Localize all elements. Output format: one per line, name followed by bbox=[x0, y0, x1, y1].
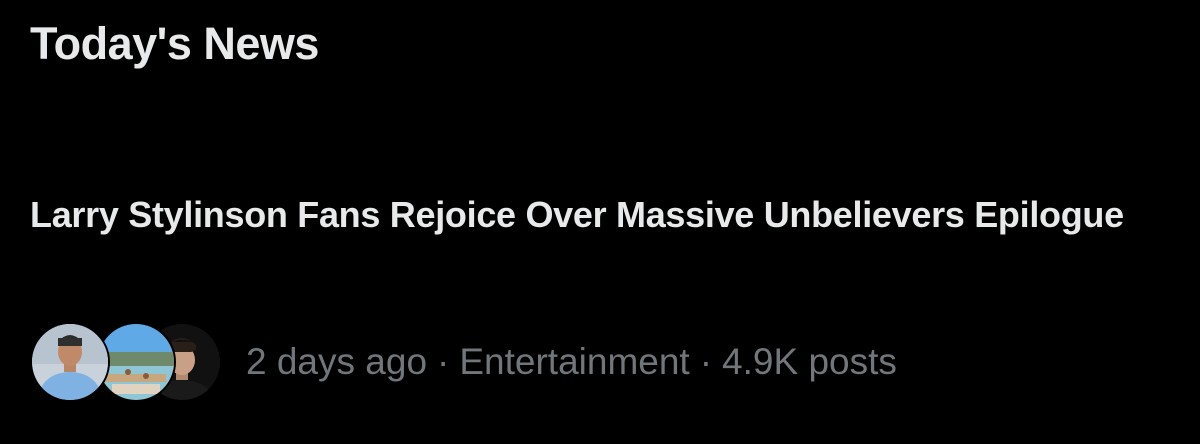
time-ago: 2 days ago bbox=[246, 341, 428, 382]
news-meta-text: 2 days ago · Entertainment · 4.9K posts bbox=[246, 341, 897, 383]
meta-separator: · bbox=[437, 341, 450, 382]
post-count: 4.9K posts bbox=[722, 341, 897, 382]
section-title: Today's News bbox=[30, 18, 319, 69]
news-meta-row: 2 days ago · Entertainment · 4.9K posts bbox=[30, 322, 897, 402]
news-trend-item[interactable]: Larry Stylinson Fans Rejoice Over Massiv… bbox=[0, 185, 1200, 415]
news-headline[interactable]: Larry Stylinson Fans Rejoice Over Massiv… bbox=[30, 189, 1130, 241]
news-category: Entertainment bbox=[459, 341, 690, 382]
meta-separator: · bbox=[699, 341, 713, 382]
avatar-stack bbox=[30, 322, 222, 402]
avatar-person-blue-hoodie bbox=[30, 322, 110, 402]
